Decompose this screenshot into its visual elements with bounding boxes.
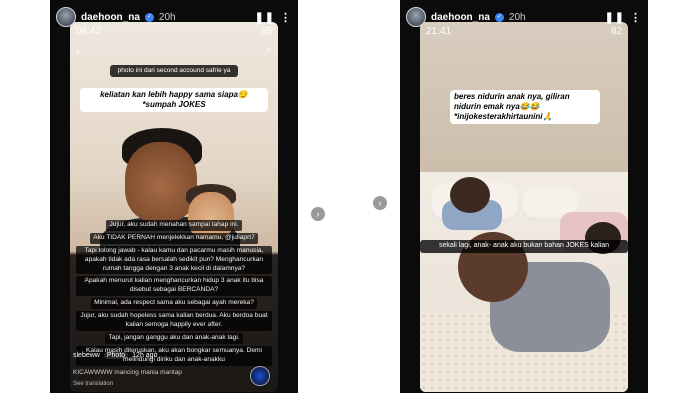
reshare-footer[interactable]: slebeww Photo 12h ago <box>73 352 157 359</box>
story-image-left: 08:42 95 ‹ ⌕ photo ini dari second accou… <box>70 22 278 392</box>
story-header-left: daehoon_na ✓ 20h ❚❚ ⋮ <box>56 4 292 30</box>
text-line: Apakah menurut kalian menghancurkan hidu… <box>76 276 272 297</box>
child-head <box>450 177 490 213</box>
prev-arrow-icon[interactable]: ‹ <box>373 196 387 210</box>
pause-icon[interactable]: ❚❚ <box>255 11 275 24</box>
footer-username[interactable]: slebeww <box>73 352 100 359</box>
profile-avatar[interactable] <box>250 366 270 386</box>
more-icon[interactable]: ⋮ <box>280 11 292 24</box>
text-line: Tapi tolong jawab - kalau kamu dan pacar… <box>76 245 272 275</box>
photo-note: photo ini dari second accound safrie ya <box>110 65 238 78</box>
text-line: Aku TIDAK PERNAH menjelekkan namamu, @ju… <box>90 232 258 244</box>
story-age: 20h <box>158 11 176 23</box>
text-line: Tapi, jangan ganggu aku dan anak-anak la… <box>105 332 243 344</box>
story-text-block: Jujur, aku sudah menahan sampai tahap in… <box>76 220 272 368</box>
footer-comment: KICAWWWW mancing mania mantap <box>73 369 182 376</box>
more-icon[interactable]: ⋮ <box>630 11 642 24</box>
stories-viewer: daehoon_na ✓ 20h ❚❚ ⋮ 08:42 95 ‹ ⌕ photo… <box>0 0 700 393</box>
see-translation-link[interactable]: See translation <box>73 381 113 387</box>
highlight-caption: keliatan kan lebih happy sama siapa😏 *su… <box>80 88 268 112</box>
story-image-right: 21:41 82 beres nidurin anak nya, giliran… <box>420 22 628 392</box>
search-icon[interactable]: ⌕ <box>266 44 272 57</box>
photo-badge: Photo <box>103 352 129 359</box>
username[interactable]: daehoon_na <box>81 12 140 23</box>
top-caption: beres nidurin anak nya, giliran nidurin … <box>450 90 600 124</box>
footer-age: 12h ago <box>132 352 158 359</box>
story-panel-left[interactable]: daehoon_na ✓ 20h ❚❚ ⋮ 08:42 95 ‹ ⌕ photo… <box>50 0 298 393</box>
avatar[interactable] <box>56 7 76 27</box>
bottom-caption: sekali lagi, anak- anak aku bukan bahan … <box>420 240 628 253</box>
back-chevron-icon[interactable]: ‹ <box>76 44 80 58</box>
text-line: Jujur, aku sudah hopeless sama kalian be… <box>76 311 272 331</box>
person-face <box>125 142 197 222</box>
verified-icon: ✓ <box>144 12 154 22</box>
avatar[interactable] <box>406 7 426 27</box>
story-header-right: daehoon_na ✓ 20h ❚❚ ⋮ <box>406 4 642 30</box>
pause-icon[interactable]: ❚❚ <box>605 11 625 24</box>
text-line: Jujur, aku sudah menahan sampai tahap in… <box>106 220 242 231</box>
story-panel-right[interactable]: daehoon_na ✓ 20h ❚❚ ⋮ 21:41 82 beres nid… <box>400 0 648 393</box>
story-age: 20h <box>508 11 526 23</box>
username[interactable]: daehoon_na <box>431 12 490 23</box>
text-line: Minimal, ada respect sama aku sebagai ay… <box>91 298 257 310</box>
verified-icon: ✓ <box>494 12 504 22</box>
next-arrow-icon[interactable]: › <box>311 207 325 221</box>
